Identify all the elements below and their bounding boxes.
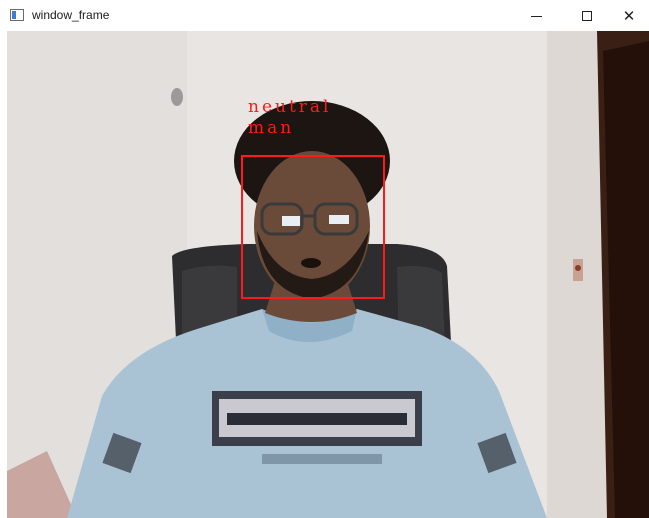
close-icon: ✕ — [622, 7, 636, 25]
maximize-icon — [582, 10, 592, 21]
app-icon — [10, 9, 24, 21]
video-frame: neutral man — [7, 31, 649, 518]
minimize-icon — [530, 16, 542, 17]
face-detection-box — [241, 155, 385, 299]
gender-label: man — [248, 118, 295, 138]
maximize-button[interactable] — [564, 0, 610, 31]
title-bar[interactable]: window_frame ✕ — [0, 0, 649, 31]
close-button[interactable]: ✕ — [606, 0, 649, 31]
minimize-button[interactable] — [513, 0, 559, 31]
app-window: window_frame ✕ neutral man — [0, 0, 649, 518]
emotion-label: neutral — [248, 97, 332, 117]
window-title: window_frame — [32, 8, 110, 22]
